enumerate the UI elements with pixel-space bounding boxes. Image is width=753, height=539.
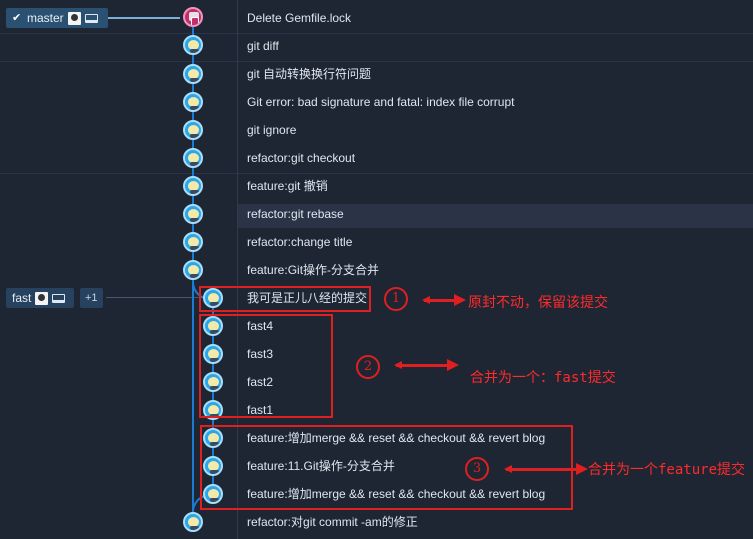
row-separator xyxy=(0,61,753,62)
commit-node[interactable] xyxy=(183,92,203,112)
commit-message[interactable]: refactor:git checkout xyxy=(247,149,355,167)
laptop-icon xyxy=(84,13,98,23)
commit-message[interactable]: git ignore xyxy=(247,121,296,139)
commit-message[interactable]: Delete Gemfile.lock xyxy=(247,9,351,27)
annotation-arrow-2 xyxy=(394,359,459,371)
row-separator xyxy=(0,173,753,174)
commit-message[interactable]: refactor:git rebase xyxy=(247,205,344,223)
branch-label-master: master xyxy=(27,11,64,25)
annotation-box-1 xyxy=(199,286,371,312)
commit-node[interactable] xyxy=(183,204,203,224)
commit-node[interactable] xyxy=(183,260,203,280)
commit-node[interactable] xyxy=(183,64,203,84)
check-icon: ✔ xyxy=(12,11,22,24)
annotation-number-3: 3 xyxy=(465,457,489,481)
commit-node[interactable] xyxy=(183,148,203,168)
commit-node[interactable] xyxy=(183,512,203,532)
commit-node-head[interactable] xyxy=(183,7,203,27)
avatar-icon xyxy=(67,11,81,25)
branch-badge-master[interactable]: ✔ master xyxy=(6,8,108,28)
branch-connector-master xyxy=(108,17,180,19)
commit-message[interactable]: refactor:change title xyxy=(247,233,352,251)
commit-node[interactable] xyxy=(183,35,203,55)
annotation-arrow-3 xyxy=(504,463,588,475)
laptop-icon xyxy=(52,293,66,303)
branch-badge-fast[interactable]: fast xyxy=(6,288,74,308)
branch-connector-fast xyxy=(106,297,202,298)
commit-message[interactable]: refactor:对git commit -am的修正 xyxy=(247,513,418,531)
commit-node[interactable] xyxy=(183,120,203,140)
commit-message[interactable]: feature:Git操作-分支合并 xyxy=(247,261,379,279)
commit-node[interactable] xyxy=(183,176,203,196)
annotation-number-1: 1 xyxy=(384,287,408,311)
commit-message[interactable]: feature:git 撤销 xyxy=(247,177,328,195)
annotation-note-3: 合并为一个feature提交 xyxy=(588,462,746,478)
annotation-arrow-1 xyxy=(422,294,466,306)
branch-extra-count[interactable]: +1 xyxy=(80,288,103,308)
commit-message[interactable]: Git error: bad signature and fatal: inde… xyxy=(247,93,514,111)
commit-message[interactable]: git 自动转换换行符问题 xyxy=(247,65,371,83)
annotation-note-1: 原封不动，保留该提交 xyxy=(468,295,608,311)
branch-label-fast: fast xyxy=(12,291,32,305)
row-separator xyxy=(0,33,753,34)
annotation-number-2: 2 xyxy=(356,355,380,379)
commit-message[interactable]: git diff xyxy=(247,37,279,55)
annotation-note-2: 合并为一个：fast提交 xyxy=(470,370,616,386)
branch-pane xyxy=(0,0,175,539)
avatar-icon xyxy=(35,291,49,305)
commit-node[interactable] xyxy=(183,232,203,252)
annotation-box-2 xyxy=(199,314,333,418)
